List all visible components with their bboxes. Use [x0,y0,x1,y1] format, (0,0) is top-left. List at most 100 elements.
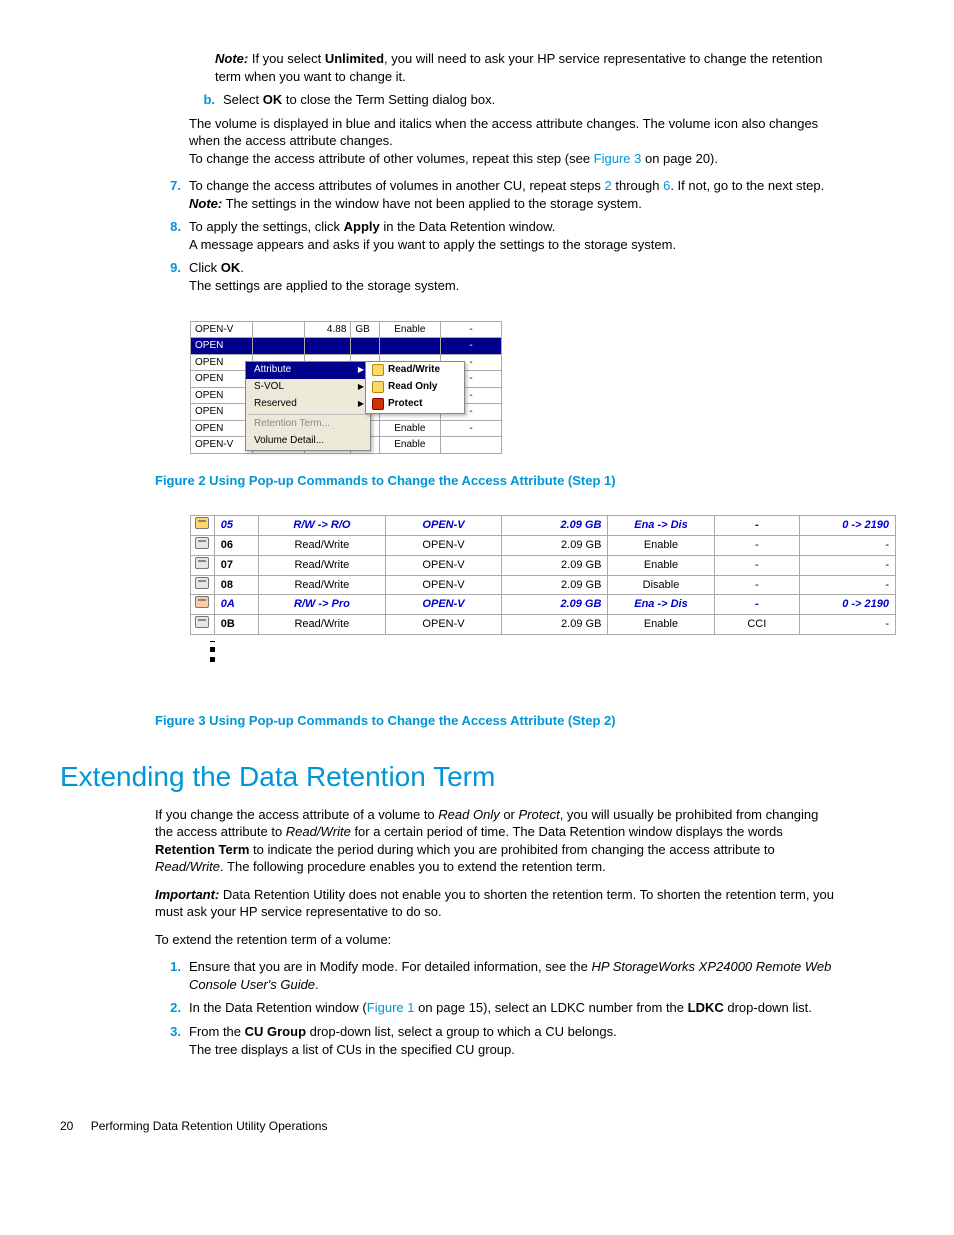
figure-3-link[interactable]: Figure 3 [594,151,642,166]
t: The settings are applied to the storage … [189,278,459,293]
step-body: Ensure that you are in Modify mode. For … [189,958,834,993]
note-label: Note: [215,51,248,66]
chevron-right-icon: ▶ [358,399,364,410]
step-marker: 7. [155,177,189,212]
square-icon [210,647,215,652]
t: If you change the access attribute of a … [155,807,438,822]
t: Click [189,260,221,275]
submenu-readwrite[interactable]: Read/Write [366,362,464,379]
drive-icon [195,537,209,549]
figure-2-caption: Figure 2 Using Pop-up Commands to Change… [155,472,834,490]
t: to close the Term Setting dialog box. [282,92,495,107]
menu-svol[interactable]: S-VOL▶ [246,379,370,396]
note-a: Note: If you select Unlimited, you will … [215,50,834,85]
t: for a certain period of time. The Data R… [351,824,783,839]
note-bold: Unlimited [325,51,384,66]
step-2-link[interactable]: 2 [605,178,612,193]
t: The tree displays a list of CUs in the s… [189,1042,515,1057]
t: . [240,260,244,275]
t: To change the access attributes of volum… [189,178,605,193]
menu-volume-detail[interactable]: Volume Detail... [246,433,370,450]
i: Read Only [438,807,499,822]
drive-icon [195,517,209,529]
t: Ensure that you are in Modify mode. For … [189,959,592,974]
table-row: 0BRead/WriteOPEN-V2.09 GBEnableCCI- [191,615,896,635]
line2: To change the access attribute of other … [189,150,834,168]
t: Reserved [254,397,297,411]
context-submenu[interactable]: Read/Write Read Only Protect [365,361,465,414]
t: through [612,178,663,193]
step-marker: 1. [155,958,189,993]
t: Data Retention Utility does not enable y… [155,887,834,920]
t: Read Only [388,380,437,394]
t: A message appears and asks if you want t… [189,237,676,252]
chevron-right-icon: ▶ [358,382,364,393]
t: . If not, go to the next step. [670,178,824,193]
step-marker: 3. [155,1023,189,1058]
footer-title: Performing Data Retention Utility Operat… [91,1119,328,1133]
t: in the Data Retention window. [380,219,556,234]
t: on page 20). [641,151,718,166]
para-after-b: The volume is displayed in blue and ital… [189,115,834,168]
figure-3-table: 05R/W -> R/OOPEN-V2.09 GBEna -> Dis-0 ->… [190,515,896,635]
b: OK [263,92,283,107]
note-label: Note: [189,196,222,211]
t: In the Data Retention window ( [189,1000,367,1015]
menu-attribute[interactable]: Attribute▶ [246,362,370,379]
table-row: 0AR/W -> ProOPEN-V2.09 GBEna -> Dis-0 ->… [191,595,896,615]
square-icon [210,657,215,662]
b: LDKC [688,1000,724,1015]
step-body: To change the access attributes of volum… [189,177,834,212]
submenu-protect[interactable]: Protect [366,396,464,413]
menu-retention-term[interactable]: Retention Term... [246,416,370,433]
drive-icon [195,616,209,628]
step-marker: 2. [155,999,189,1017]
figure-3-caption: Figure 3 Using Pop-up Commands to Change… [155,712,834,730]
t: Volume Detail... [254,434,324,448]
separator [248,414,368,415]
context-menu[interactable]: Attribute▶ S-VOL▶ Reserved▶ Retention Te… [245,361,371,451]
step-marker: 9. [155,259,189,294]
table-row: 06Read/WriteOPEN-V2.09 GBEnable-- [191,535,896,555]
readonly-icon [372,381,384,393]
step-7: 7. To change the access attributes of vo… [155,177,834,212]
t: on page 15), select an LDKC number from … [414,1000,687,1015]
section-heading: Extending the Data Retention Term [60,758,834,796]
t: Attribute [254,363,291,377]
t: Select [223,92,263,107]
step-body: In the Data Retention window (Figure 1 o… [189,999,834,1017]
t: . The following procedure enables you to… [220,859,606,874]
important-note: Important: Data Retention Utility does n… [155,886,834,921]
figure-1-link[interactable]: Figure 1 [367,1000,415,1015]
t: to indicate the period during which you … [249,842,774,857]
table-row: OPEN-V4.88GBEnable- [191,321,502,338]
step-marker: 8. [155,218,189,253]
table-row: OPEN- [191,338,502,355]
b: Retention Term [155,842,249,857]
b: Apply [344,219,380,234]
square-icon [210,641,215,642]
line1: The volume is displayed in blue and ital… [189,115,834,150]
step-body: To apply the settings, click Apply in th… [189,218,834,253]
ext-step-1: 1. Ensure that you are in Modify mode. F… [155,958,834,993]
t: To change the access attribute of other … [189,151,594,166]
t: drop-down list, select a group to which … [306,1024,617,1039]
submenu-readonly[interactable]: Read Only [366,379,464,396]
i: Protect [519,807,560,822]
t: Read/Write [388,363,440,377]
drive-icon [195,577,209,589]
step-body: Click OK. The settings are applied to th… [189,259,834,294]
t: Retention Term... [254,417,330,431]
table-row: 07Read/WriteOPEN-V2.09 GBEnable-- [191,555,896,575]
important-label: Important: [155,887,219,902]
t: . [315,977,319,992]
lead-in: To extend the retention term of a volume… [155,931,834,949]
ext-step-2: 2. In the Data Retention window (Figure … [155,999,834,1017]
t: or [500,807,519,822]
step-marker: b. [189,91,223,109]
note-text: If you select [248,51,325,66]
ext-step-3: 3. From the CU Group drop-down list, sel… [155,1023,834,1058]
intro-para: If you change the access attribute of a … [155,806,834,876]
step-b: b. Select OK to close the Term Setting d… [189,91,834,109]
menu-reserved[interactable]: Reserved ▶ [246,396,370,413]
